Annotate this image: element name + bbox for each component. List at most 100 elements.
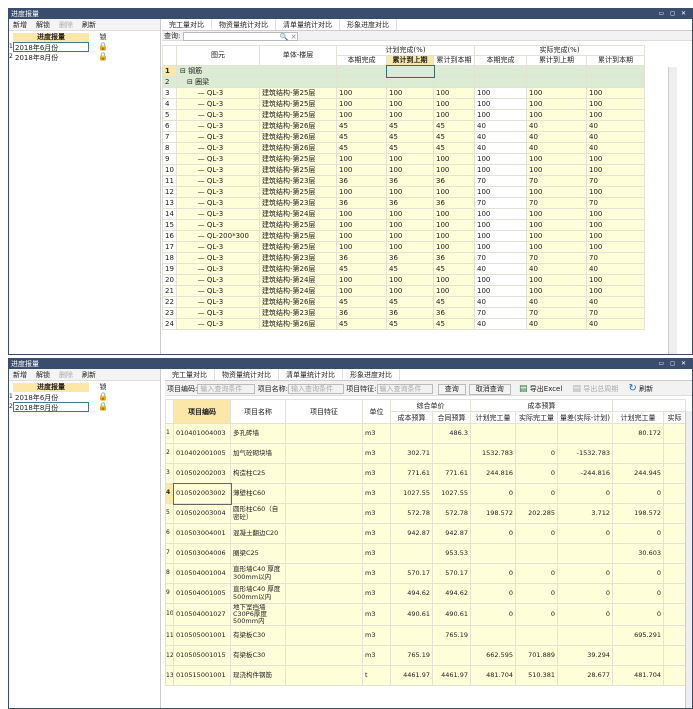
cell[interactable] [385,64,435,78]
tab-3[interactable]: 形象进度对比 [340,19,397,30]
value-cell[interactable]: 100 [336,164,387,176]
tab-2[interactable]: 清单量统计对比 [279,369,343,380]
progress-label[interactable]: 2018年6月份 [13,392,89,402]
table-row[interactable]: 9 — QL-3 建筑结构-第25层 100 100 100 100 100 100 [162,153,646,165]
cell[interactable] [336,65,387,77]
cell[interactable] [386,76,434,88]
value-cell[interactable]: 40 [474,318,528,330]
col-actual-this[interactable]: 本期完成 [474,55,528,66]
code-cell[interactable]: 010503004001 [173,523,231,544]
code-cell[interactable]: 010504001005 [173,583,231,604]
code-cell[interactable]: 010504001004 [173,563,231,584]
value-cell[interactable]: 100 [526,186,588,198]
col-plan-this[interactable]: 本期完成 [336,55,387,66]
cell[interactable] [336,76,387,88]
name-input[interactable]: 输入查询条件 [287,384,344,394]
col-element[interactable]: 图元 [176,45,260,66]
table-row[interactable]: 24 — QL-3 建筑结构-第26层 45 45 45 40 40 40 [162,318,646,330]
value-cell[interactable]: 70 [474,175,528,187]
col-actual-to-this[interactable]: 累计到本期 [586,55,646,66]
table-row[interactable]: 8 — QL-3 建筑结构-第26层 45 45 45 40 40 40 [162,142,646,154]
value-cell[interactable]: 45 [336,318,387,330]
col-feature[interactable]: 项目特征 [285,399,363,424]
value-cell[interactable]: 100 [474,186,528,198]
col-contract[interactable]: 合同预算 [432,411,471,424]
col-plan[interactable]: 计划完工量 [470,411,516,424]
value-cell[interactable]: 100 [336,109,387,121]
value-cell[interactable]: 100 [586,164,646,176]
value-cell[interactable]: 100 [586,219,646,231]
code-cell[interactable]: 010505001001 [173,625,231,647]
value-cell[interactable]: 100 [386,219,434,231]
progress-item[interactable]: 2 2018年8月份 🔒 [9,402,160,412]
table-row[interactable]: 11 — QL-3 建筑结构-第23层 36 36 36 70 70 70 [162,175,646,187]
value-cell[interactable]: 40 [474,120,528,132]
value-cell[interactable]: 100 [474,241,528,253]
code-cell[interactable]: 010503004006 [173,543,231,564]
tab-2[interactable]: 清单量统计对比 [276,19,340,30]
value-cell[interactable]: 36 [386,307,434,319]
table-row[interactable]: 4 — QL-3 建筑结构-第25层 100 100 100 100 100 100 [162,98,646,110]
value-cell[interactable]: 100 [526,87,588,99]
collapse-icon[interactable]: ⊟ [180,67,188,75]
table-row[interactable]: 3 — QL-3 建筑结构-第25层 100 100 100 100 100 100 [162,87,646,99]
delete-button[interactable]: 删除 [59,371,73,379]
code-cell[interactable]: 010504001027 [173,602,231,627]
col-floor[interactable]: 单体-楼层 [259,45,337,66]
table-row[interactable]: 3 010502002003 构造柱C25 m3 771.61 771.61 244.816… [165,463,687,484]
value-cell[interactable]: 100 [386,241,434,253]
col-progress[interactable]: 进度报量 [13,383,89,392]
table-row[interactable]: 1 010401004003 多孔砖墙 m3 486.3 80.172 [165,423,687,444]
value-cell[interactable]: 70 [474,307,528,319]
value-cell[interactable]: 70 [586,175,646,187]
code-cell[interactable]: 010502003004 [173,503,231,524]
value-cell[interactable]: 100 [386,230,434,242]
value-cell[interactable]: 100 [432,109,476,121]
table-row[interactable]: 2 010402001005 加气砼砌块墙 m3 302.71 1532.783 0 -153… [165,443,687,464]
value-cell[interactable]: 100 [586,285,646,297]
new-button[interactable]: 新增 [13,21,27,29]
value-cell[interactable]: 100 [526,98,588,110]
search-clear-icon[interactable]: 🔍 ✕ [280,33,297,41]
value-cell[interactable]: 40 [474,296,528,308]
value-cell[interactable]: 100 [474,164,528,176]
col-actual[interactable]: 实际完工量 [515,411,558,424]
value-cell[interactable]: 100 [474,219,528,231]
cell[interactable] [586,76,646,88]
table-row[interactable]: 15 — QL-3 建筑结构-第25层 100 100 100 100 100 100 [162,219,646,231]
refresh-button[interactable]: 刷新 [82,21,96,29]
unlock-button[interactable]: 解锁 [36,21,50,29]
cell[interactable] [432,76,476,88]
table-row[interactable]: 18 — QL-3 建筑结构-第23层 36 36 36 70 70 70 [162,252,646,264]
progress-label[interactable]: 2018年8月份 [13,402,89,412]
value-cell[interactable]: 70 [586,252,646,264]
col-plan2[interactable]: 计划完工量 [612,411,665,424]
value-cell[interactable]: 100 [432,186,476,198]
col-plan-to-this[interactable]: 累计到本期 [432,55,476,66]
table-row[interactable]: 6 — QL-3 建筑结构-第26层 45 45 45 40 40 40 [162,120,646,132]
vertical-scrollbar[interactable] [685,411,692,708]
value-cell[interactable]: 100 [526,164,588,176]
cell[interactable] [586,65,646,77]
value-cell[interactable]: 70 [586,307,646,319]
group-row[interactable]: 2 ⊟ 圈梁 [162,76,646,88]
col-cost[interactable]: 成本预算 [390,411,433,424]
value-cell[interactable]: 36 [336,307,387,319]
code-input[interactable]: 输入查询条件 [197,384,256,394]
tab-1[interactable]: 物资量统计对比 [212,19,276,30]
value-cell[interactable]: 40 [586,120,646,132]
value-cell[interactable]: 40 [586,263,646,275]
value-cell[interactable]: 36 [386,175,434,187]
code-cell[interactable]: 010502003002 [172,482,232,505]
value-cell[interactable]: 45 [432,263,476,275]
value-cell[interactable]: 36 [432,252,476,264]
value-cell[interactable]: 70 [526,175,588,187]
value-cell[interactable]: 100 [586,153,646,165]
value-cell[interactable]: 70 [586,197,646,209]
value-cell[interactable]: 100 [336,274,387,286]
value-cell[interactable]: 100 [526,285,588,297]
refresh-button[interactable]: ↻ 刷新 [629,383,654,394]
group-row[interactable]: 1 ⊟ 钢筋 [162,64,646,78]
value-cell[interactable]: 40 [474,142,528,154]
value-cell[interactable]: 100 [336,153,387,165]
